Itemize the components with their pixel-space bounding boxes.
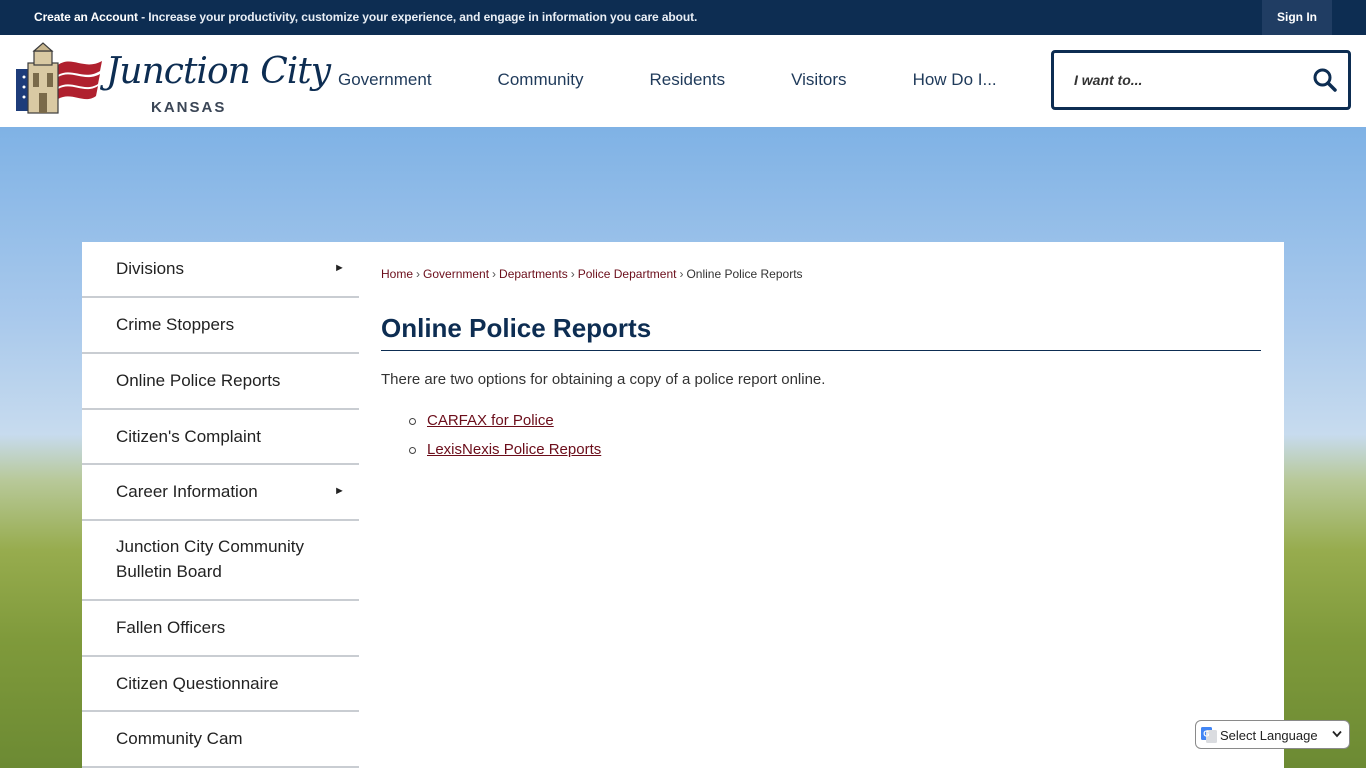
svg-text:G: G (1203, 730, 1209, 739)
sidebar-item-community-cam[interactable]: Community Cam (82, 712, 359, 768)
sidebar-item-label: Career Information (116, 482, 258, 501)
city-logo[interactable]: Junction City KANSAS (14, 41, 331, 121)
chevron-down-icon (1332, 730, 1342, 738)
sidebar-item-label: Online Police Reports (116, 371, 281, 390)
sidebar-item-online-police-reports[interactable]: Online Police Reports (82, 354, 359, 410)
create-account-link[interactable]: Create an Account (34, 10, 138, 24)
sidebar-item-label: Community Cam (116, 729, 243, 748)
search-input[interactable] (1074, 69, 1294, 91)
bullet-icon (409, 418, 416, 425)
list-item: CARFAX for Police (381, 412, 601, 441)
sidebar-item-label: Divisions (116, 259, 185, 278)
breadcrumb-separator: › (570, 267, 575, 281)
intro-text: There are two options for obtaining a co… (381, 371, 826, 388)
sidebar-item-label: Crime Stoppers (116, 315, 235, 334)
breadcrumb-separator: › (492, 267, 497, 281)
logo-state: KANSAS (151, 99, 227, 116)
nav-residents[interactable]: Residents (617, 35, 759, 127)
main-nav: Government Community Residents Visitors … (305, 35, 1030, 127)
breadcrumb: Home › Government › Departments › Police Depar… (381, 267, 803, 281)
sidebar-item-label: Junction City Community Bulletin Board (116, 537, 305, 581)
page-title: Online Police Reports (381, 313, 652, 343)
sidebar-nav: Divisions ► Crime Stoppers Online Police… (82, 242, 359, 768)
breadcrumb-departments[interactable]: Departments (499, 267, 568, 281)
content-panel: Divisions ► Crime Stoppers Online Police… (82, 242, 1284, 768)
breadcrumb-current: Online Police Reports (686, 267, 803, 281)
language-select-label: Select Language (1220, 728, 1318, 743)
sidebar-item-citizen-questionnaire[interactable]: Citizen Questionnaire (82, 657, 359, 712)
sidebar-item-divisions[interactable]: Divisions ► (82, 242, 359, 298)
report-links-list: CARFAX for Police LexisNexis Police Repo… (381, 412, 601, 470)
sidebar-item-label: Citizen Questionnaire (116, 674, 279, 693)
breadcrumb-police-department[interactable]: Police Department (578, 267, 677, 281)
carfax-link[interactable]: CARFAX for Police (427, 412, 554, 429)
breadcrumb-home[interactable]: Home (381, 267, 413, 281)
sign-in-button[interactable]: Sign In (1262, 0, 1332, 35)
search-icon[interactable] (1312, 67, 1338, 93)
lexisnexis-link[interactable]: LexisNexis Police Reports (427, 441, 601, 458)
submenu-arrow-icon: ► (334, 262, 345, 274)
nav-community[interactable]: Community (465, 35, 617, 127)
account-promo: Create an Account - Increase your produc… (34, 10, 697, 24)
nav-government[interactable]: Government (305, 35, 465, 127)
breadcrumb-separator: › (679, 267, 684, 281)
site-header: Junction City KANSAS Government Communit… (0, 35, 1366, 127)
nav-how-do-i[interactable]: How Do I... (880, 35, 1030, 127)
submenu-arrow-icon: ► (334, 485, 345, 497)
account-banner: Create an Account - Increase your produc… (0, 0, 1366, 35)
title-divider (381, 350, 1261, 351)
sidebar-item-citizens-complaint[interactable]: Citizen's Complaint (82, 410, 359, 465)
sidebar-item-fallen-officers[interactable]: Fallen Officers (82, 601, 359, 657)
bullet-icon (409, 447, 416, 454)
account-promo-text: - Increase your productivity, customize … (137, 10, 698, 24)
breadcrumb-government[interactable]: Government (423, 267, 489, 281)
language-select[interactable]: G Select Language (1195, 720, 1350, 749)
sidebar-item-label: Citizen's Complaint (116, 427, 261, 446)
logo-wordmark: Junction City (106, 51, 331, 92)
sidebar-item-community-bulletin-board[interactable]: Junction City Community Bulletin Board (82, 521, 359, 601)
sidebar-item-crime-stoppers[interactable]: Crime Stoppers (82, 298, 359, 354)
site-search (1051, 50, 1351, 110)
courthouse-flag-icon (16, 42, 102, 114)
nav-visitors[interactable]: Visitors (758, 35, 879, 127)
list-item: LexisNexis Police Reports (381, 441, 601, 470)
google-translate-icon: G (1201, 727, 1217, 743)
sidebar-item-career-information[interactable]: Career Information ► (82, 465, 359, 521)
breadcrumb-separator: › (416, 267, 421, 281)
sidebar-item-label: Fallen Officers (116, 618, 226, 637)
